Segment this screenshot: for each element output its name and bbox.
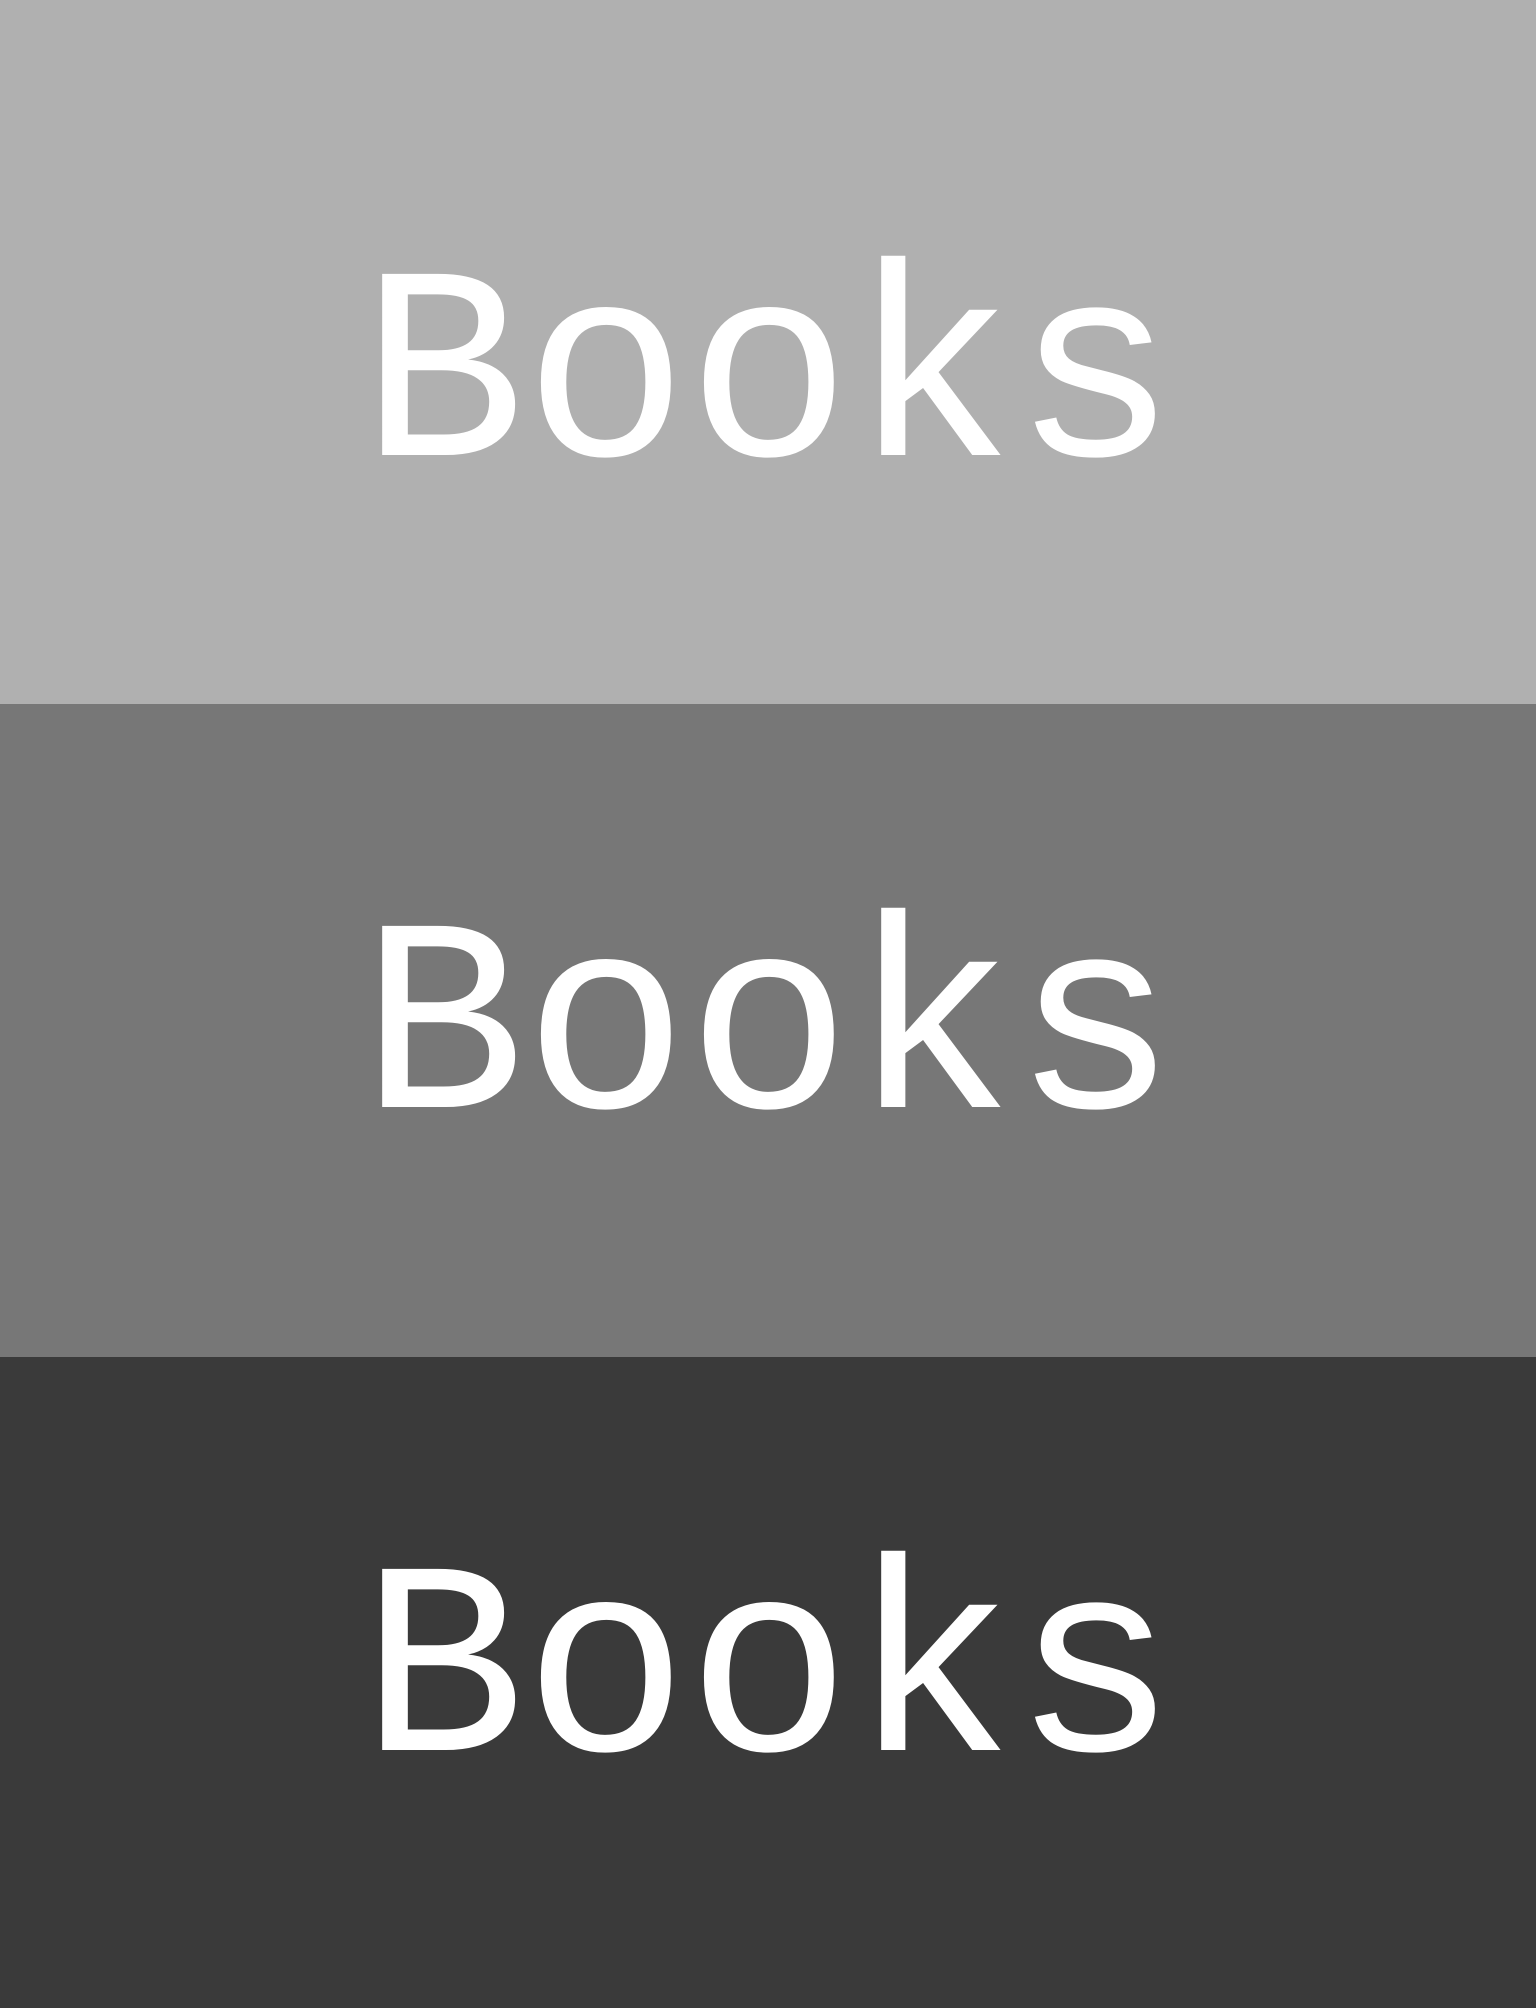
panel-medium: Books [0,704,1536,1357]
panel-dark: Books [0,1357,1536,2008]
panel-label: Books [360,878,1177,1190]
panel-stack: Books Books Books [0,0,1536,2008]
panel-label: Books [360,1521,1177,1833]
panel-label: Books [360,225,1177,538]
panel-light: Books [0,0,1536,704]
